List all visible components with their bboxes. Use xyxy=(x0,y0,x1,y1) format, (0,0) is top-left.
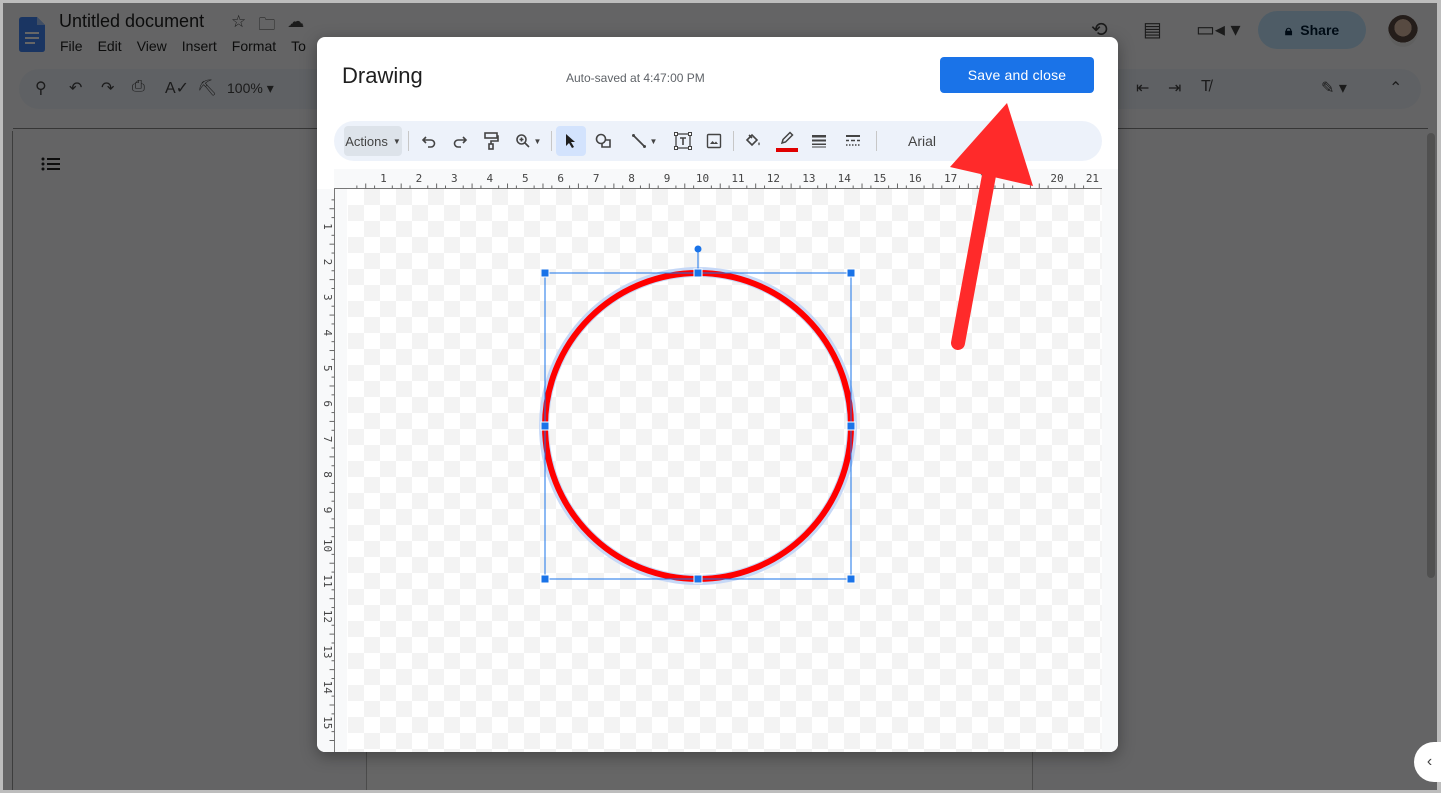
shape-tool-button[interactable] xyxy=(590,126,618,156)
ruler-label: 15 xyxy=(321,716,334,729)
drawing-toolbar: Actions ▼ ▼ ▼ Arial ▼ xyxy=(334,121,1102,161)
fill-color-icon xyxy=(745,133,760,147)
pencil-icon xyxy=(780,131,794,145)
ruler-label: 8 xyxy=(321,471,334,478)
horizontal-ruler: 1 2 3 4 5 6 7 8 9 10 11 12 13 14 15 16 17 18 19 20 21 xyxy=(334,169,1102,189)
ruler-label: 6 xyxy=(321,400,334,407)
border-color-button[interactable] xyxy=(773,126,801,156)
resize-handle-ne[interactable] xyxy=(846,268,856,278)
resize-handle-n[interactable] xyxy=(693,268,703,278)
ruler-label: 16 xyxy=(909,172,922,185)
autosave-status: Auto-saved at 4:47:00 PM xyxy=(566,71,705,85)
separator xyxy=(551,131,552,151)
resize-handle-sw[interactable] xyxy=(540,574,550,584)
shape-layer xyxy=(539,245,857,585)
font-caret-down-icon[interactable]: ▼ xyxy=(974,126,988,156)
circle-shape[interactable] xyxy=(542,270,854,582)
ruler-label: 2 xyxy=(416,172,423,185)
zoom-button[interactable]: ▼ xyxy=(510,126,546,156)
border-weight-icon xyxy=(812,135,826,148)
ruler-label: 9 xyxy=(664,172,671,185)
ruler-label: 4 xyxy=(321,329,334,336)
ruler-label: 13 xyxy=(802,172,815,185)
ruler-label: 4 xyxy=(486,172,493,185)
cursor-icon xyxy=(566,134,575,148)
separator xyxy=(876,131,877,151)
ruler-label: 10 xyxy=(321,539,334,552)
resize-handle-se[interactable] xyxy=(846,574,856,584)
ruler-label: 3 xyxy=(321,294,334,301)
ruler-label: 9 xyxy=(321,507,334,514)
caret-down-icon: ▼ xyxy=(533,136,542,146)
actions-menu-button[interactable]: Actions ▼ xyxy=(344,126,402,156)
ruler-label: 11 xyxy=(321,574,334,587)
rotate-handle[interactable] xyxy=(694,245,702,253)
ruler-label: 8 xyxy=(628,172,635,185)
font-select[interactable]: Arial xyxy=(890,126,980,156)
undo-button[interactable] xyxy=(415,126,443,156)
image-button[interactable] xyxy=(700,126,728,156)
dialog-title: Drawing xyxy=(342,63,423,88)
caret-down-icon: ▼ xyxy=(392,136,401,146)
ruler-label: 14 xyxy=(838,172,852,185)
ruler-label: 14 xyxy=(321,681,334,695)
fill-color-button[interactable] xyxy=(739,126,767,156)
border-dash-button[interactable] xyxy=(839,126,867,156)
undo-icon xyxy=(421,136,436,148)
caret-down-icon: ▼ xyxy=(649,136,658,146)
ruler-label: 1 xyxy=(380,172,387,185)
line-icon xyxy=(631,134,646,148)
ruler-label: 1 xyxy=(321,223,334,230)
resize-handle-nw[interactable] xyxy=(540,268,550,278)
border-dash-icon xyxy=(846,135,860,146)
ruler-label: 11 xyxy=(731,172,744,185)
paint-format-button[interactable] xyxy=(477,126,505,156)
ruler-label: 6 xyxy=(557,172,564,185)
separator xyxy=(733,131,734,151)
text-box-icon xyxy=(674,132,692,150)
font-name: Arial xyxy=(908,133,937,149)
ruler-label: 13 xyxy=(321,645,334,658)
ruler-label: 10 xyxy=(696,172,709,185)
resize-handle-e[interactable] xyxy=(846,421,856,431)
ruler-label: 3 xyxy=(451,172,458,185)
vertical-ruler: 123456789101112131415 xyxy=(317,189,347,752)
ruler-label: 7 xyxy=(321,436,334,443)
ruler-label: 5 xyxy=(321,365,334,372)
ruler-label: 12 xyxy=(321,610,334,623)
line-tool-button[interactable]: ▼ xyxy=(624,126,664,156)
ruler-label: 12 xyxy=(767,172,780,185)
canvas-margin xyxy=(1102,169,1118,752)
ruler-label: 15 xyxy=(873,172,886,185)
separator xyxy=(408,131,409,151)
border-weight-button[interactable] xyxy=(805,126,833,156)
zoom-icon xyxy=(515,134,530,148)
chevron-left-icon: ‹ xyxy=(1426,753,1433,770)
ruler-label: 18 xyxy=(979,172,992,185)
ruler-label: 17 xyxy=(944,172,957,185)
shape-icon xyxy=(595,133,611,148)
ruler-label: 7 xyxy=(593,172,600,185)
ruler-label: 19 xyxy=(1015,172,1028,185)
border-color-swatch xyxy=(776,148,798,152)
ruler-label: 21 xyxy=(1086,172,1099,185)
drawing-canvas[interactable] xyxy=(348,189,1102,752)
resize-handle-w[interactable] xyxy=(540,421,550,431)
redo-icon xyxy=(453,136,468,148)
paint-format-icon xyxy=(484,132,499,150)
ruler-label: 20 xyxy=(1050,172,1063,185)
redo-button[interactable] xyxy=(446,126,474,156)
drawing-dialog: Drawing Auto-saved at 4:47:00 PM Save an… xyxy=(317,37,1118,752)
ruler-label: 5 xyxy=(522,172,529,185)
image-icon xyxy=(706,133,722,149)
save-and-close-button[interactable]: Save and close xyxy=(940,57,1094,93)
actions-label: Actions xyxy=(345,133,388,149)
ruler-label: 2 xyxy=(321,259,334,266)
select-tool-button[interactable] xyxy=(556,126,586,156)
resize-handle-s[interactable] xyxy=(693,574,703,584)
text-box-button[interactable] xyxy=(669,126,697,156)
